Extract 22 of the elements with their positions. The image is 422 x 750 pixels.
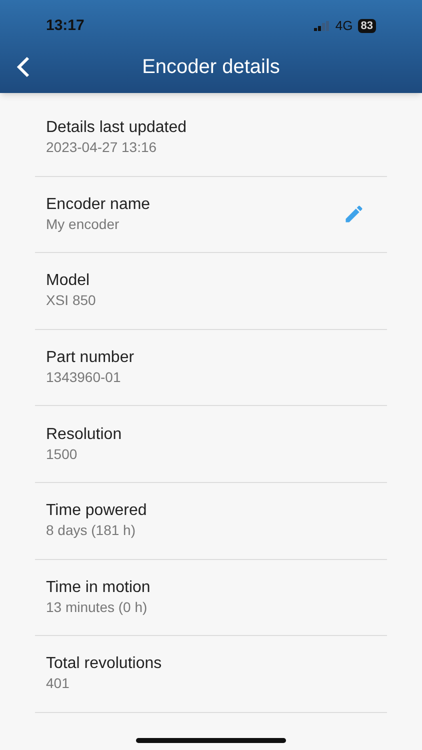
detail-label: Time in motion [46, 578, 152, 598]
detail-value: 8 days (181 h) [46, 521, 136, 540]
detail-label: Encoder name [46, 194, 152, 215]
detail-label: Resolution [46, 424, 123, 445]
status-time: 13:17 [46, 16, 84, 36]
detail-label: Model [46, 271, 91, 292]
battery-level: 83 [358, 19, 376, 33]
detail-value: 2023-04-27 13:16 [46, 138, 158, 158]
detail-value: 1343960-01 [46, 368, 122, 388]
header-title: Encoder details [141, 54, 281, 80]
detail-value: 401 [46, 674, 70, 694]
detail-label: Part number [46, 348, 136, 368]
detail-value: My encoder [46, 214, 120, 234]
detail-value: 1500 [46, 444, 78, 464]
detail-label: Total revolutions [46, 654, 163, 674]
network-type: 4G [335, 17, 353, 36]
detail-label: Time powered [46, 501, 148, 522]
detail-value: XSI 850 [46, 291, 97, 310]
edit-icon[interactable] [343, 203, 365, 226]
signal-icon [314, 21, 330, 31]
detail-label: Details last updated [46, 118, 188, 138]
detail-value: 13 minutes (0 h) [46, 598, 148, 617]
